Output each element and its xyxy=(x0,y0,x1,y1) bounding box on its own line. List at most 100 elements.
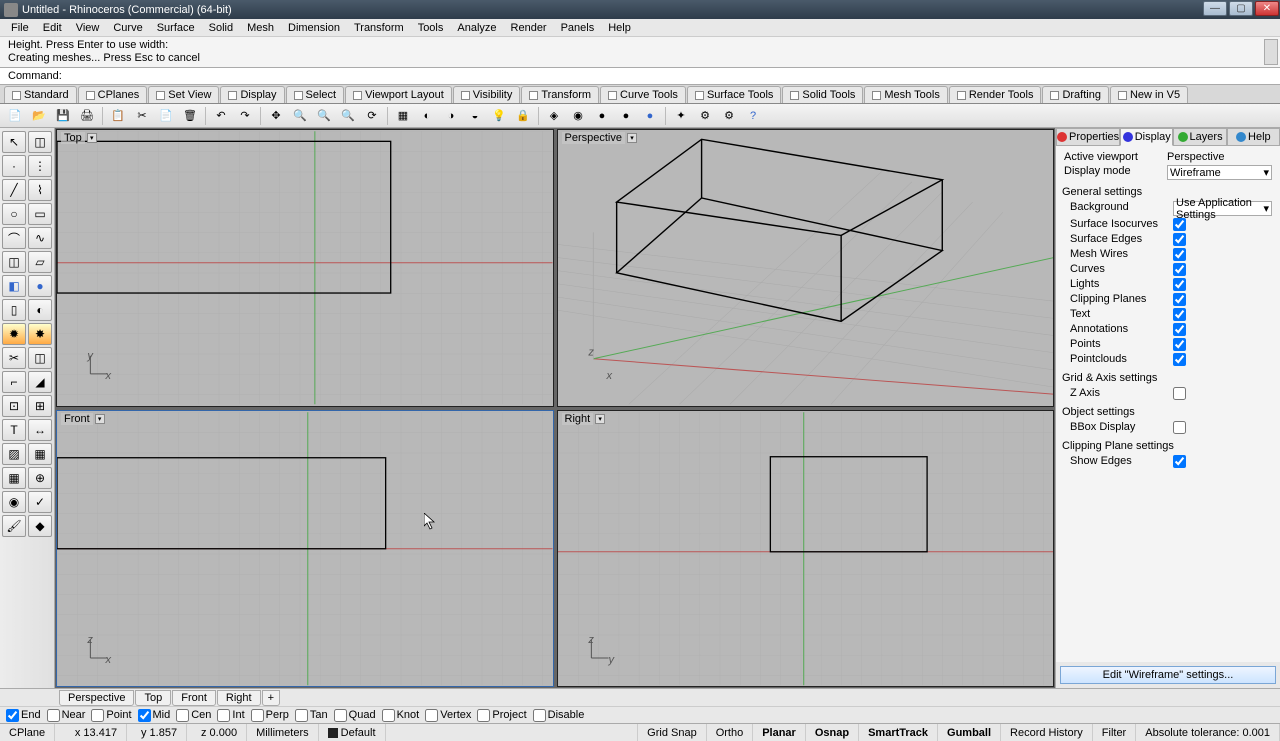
chamfer-tool-icon[interactable]: ◢ xyxy=(28,371,52,393)
properties-icon[interactable]: ⚙ xyxy=(718,106,740,126)
split-tool-icon[interactable]: ◫ xyxy=(28,347,52,369)
minimize-button[interactable]: — xyxy=(1203,1,1227,16)
polyline-tool-icon[interactable]: ⌇ xyxy=(28,179,52,201)
display-checkbox[interactable] xyxy=(1173,308,1186,321)
zoom-extents-icon[interactable]: 🔍 xyxy=(337,106,359,126)
menu-view[interactable]: View xyxy=(69,22,107,34)
menu-render[interactable]: Render xyxy=(504,22,554,34)
add-view-tab-button[interactable]: + xyxy=(262,690,280,706)
sphere-icon[interactable]: ● xyxy=(639,106,661,126)
panel-tab-display[interactable]: Display xyxy=(1120,128,1173,146)
arc-tool-icon[interactable]: ⌒ xyxy=(2,227,26,249)
viewport-menu-icon[interactable]: ▾ xyxy=(87,133,97,143)
menu-edit[interactable]: Edit xyxy=(36,22,69,34)
display-checkbox[interactable] xyxy=(1173,293,1186,306)
status-cplane[interactable]: CPlane xyxy=(0,724,55,741)
menu-tools[interactable]: Tools xyxy=(411,22,451,34)
display-checkbox[interactable] xyxy=(1173,233,1186,246)
tab-standard[interactable]: Standard xyxy=(4,86,77,103)
layers-icon[interactable]: ◈ xyxy=(543,106,565,126)
undo-icon[interactable]: ↶ xyxy=(210,106,232,126)
bbox-checkbox[interactable] xyxy=(1173,421,1186,434)
analyze-tool-icon[interactable]: ⊕ xyxy=(28,467,52,489)
text-tool-icon[interactable]: T xyxy=(2,419,26,441)
viewport-label[interactable]: Front xyxy=(61,413,93,425)
curve-tool-icon[interactable]: ∿ xyxy=(28,227,52,249)
save-icon[interactable]: 💾 xyxy=(52,106,74,126)
rect-tool-icon[interactable]: ▭ xyxy=(28,203,52,225)
trim-tool-icon[interactable]: ✂ xyxy=(2,347,26,369)
status-layer[interactable]: Default xyxy=(319,724,386,741)
display-mode-select[interactable]: Wireframe▾ xyxy=(1167,165,1272,180)
viewport-front[interactable]: Front▾ z x xyxy=(56,410,554,688)
display-checkbox[interactable] xyxy=(1173,323,1186,336)
display-checkbox[interactable] xyxy=(1173,263,1186,276)
tab-solid-tools[interactable]: Solid Tools xyxy=(782,86,863,103)
background-select[interactable]: Use Application Settings▾ xyxy=(1173,201,1272,216)
sphere-tool-icon[interactable]: ● xyxy=(28,275,52,297)
command-line[interactable]: Command: xyxy=(0,68,1280,85)
menu-transform[interactable]: Transform xyxy=(347,22,411,34)
move-icon[interactable]: ✥ xyxy=(265,106,287,126)
dim-tool-icon[interactable]: ↔ xyxy=(28,419,52,441)
panel-tab-layers[interactable]: Layers xyxy=(1173,128,1226,146)
viewport-menu-icon[interactable]: ▾ xyxy=(595,414,605,424)
explode-tool-icon[interactable]: ✹ xyxy=(2,323,26,345)
menu-analyze[interactable]: Analyze xyxy=(450,22,503,34)
viewport-right[interactable]: Right▾ z y xyxy=(557,410,1055,688)
panel-tab-help[interactable]: Help xyxy=(1227,128,1280,146)
env-icon[interactable]: ● xyxy=(615,106,637,126)
grid-tool-icon[interactable]: ▦ xyxy=(2,467,26,489)
help-icon[interactable]: ? xyxy=(742,106,764,126)
viewport-label[interactable]: Top xyxy=(61,132,85,144)
array-tool-icon[interactable]: ⊞ xyxy=(28,395,52,417)
menu-dimension[interactable]: Dimension xyxy=(281,22,347,34)
mesh2-tool-icon[interactable]: ▦ xyxy=(28,443,52,465)
status-planar[interactable]: Planar xyxy=(753,724,806,741)
cut-icon[interactable]: ✂ xyxy=(131,106,153,126)
render3-tool-icon[interactable]: ◉ xyxy=(2,491,26,513)
tab-mesh-tools[interactable]: Mesh Tools xyxy=(864,86,947,103)
panel-tab-properties[interactable]: Properties xyxy=(1056,128,1120,146)
status-gridsnap[interactable]: Grid Snap xyxy=(638,724,707,741)
display-checkbox[interactable] xyxy=(1173,353,1186,366)
menu-curve[interactable]: Curve xyxy=(106,22,149,34)
check-tool-icon[interactable]: ✓ xyxy=(28,491,52,513)
tab-display[interactable]: Display xyxy=(220,86,284,103)
display-checkbox[interactable] xyxy=(1173,248,1186,261)
history-scrollbar[interactable] xyxy=(1264,39,1278,65)
viewport-menu-icon[interactable]: ▾ xyxy=(627,133,637,143)
loft-tool-icon[interactable]: ▱ xyxy=(28,251,52,273)
menu-help[interactable]: Help xyxy=(601,22,638,34)
lock-icon[interactable]: 🔒 xyxy=(512,106,534,126)
viewport-menu-icon[interactable]: ▾ xyxy=(95,414,105,424)
tab-select[interactable]: Select xyxy=(286,86,345,103)
print-icon[interactable]: 🖨 xyxy=(76,106,98,126)
menu-panels[interactable]: Panels xyxy=(554,22,602,34)
delete-icon[interactable]: 🗑 xyxy=(179,106,201,126)
maximize-button[interactable]: ▢ xyxy=(1229,1,1253,16)
copy-icon[interactable]: 📋 xyxy=(107,106,129,126)
paste-icon[interactable]: 📄 xyxy=(155,106,177,126)
close-button[interactable]: ✕ xyxy=(1255,1,1279,16)
select-tool-icon[interactable]: ↖ xyxy=(2,131,26,153)
options-icon[interactable]: ⚙ xyxy=(694,106,716,126)
line-tool-icon[interactable]: ╱ xyxy=(2,179,26,201)
viewport-top[interactable]: Top▾ y x xyxy=(56,129,554,407)
zaxis-checkbox[interactable] xyxy=(1173,387,1186,400)
cplane-icon[interactable]: ▦ xyxy=(392,106,414,126)
tab-setview[interactable]: Set View xyxy=(148,86,219,103)
menu-file[interactable]: File xyxy=(4,22,36,34)
menu-mesh[interactable]: Mesh xyxy=(240,22,281,34)
view-tab[interactable]: Front xyxy=(172,690,216,706)
status-gumball[interactable]: Gumball xyxy=(938,724,1001,741)
status-record[interactable]: Record History xyxy=(1001,724,1093,741)
hatch-tool-icon[interactable]: ▨ xyxy=(2,443,26,465)
render2-icon[interactable]: ● xyxy=(591,106,613,126)
status-osnap[interactable]: Osnap xyxy=(806,724,859,741)
tab-render-tools[interactable]: Render Tools xyxy=(949,86,1042,103)
viewport-perspective[interactable]: Perspective▾ z x xyxy=(557,129,1055,407)
points-tool-icon[interactable]: ⋮ xyxy=(28,155,52,177)
viewport-label[interactable]: Right xyxy=(562,413,594,425)
zoom-icon[interactable]: 🔍 xyxy=(289,106,311,126)
